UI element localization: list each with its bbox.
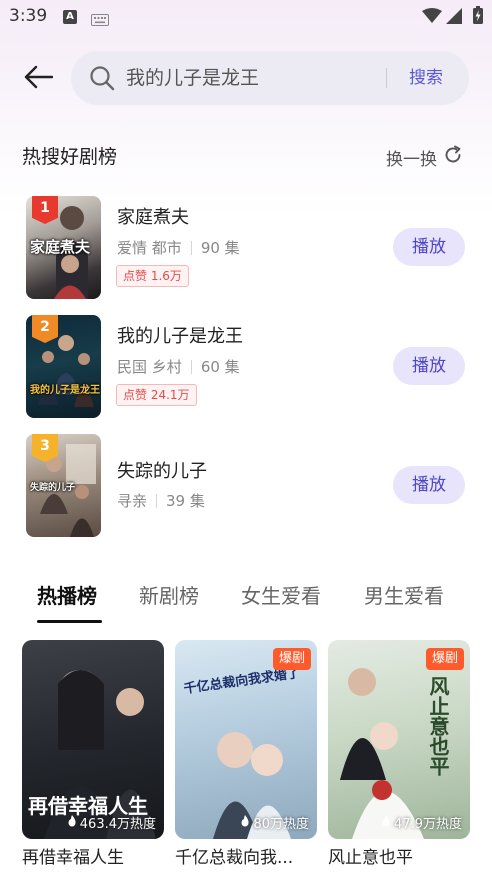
- heat-indicator: 80万热度: [240, 813, 309, 832]
- drama-meta: 寻亲 39 集: [117, 490, 205, 512]
- heat-value: 47.9万热度: [394, 817, 462, 832]
- ranking-item[interactable]: 2 我的儿子是龙王 我的儿子是龙王 民国 乡村 60 集 点赞 24.1万 播放: [26, 315, 466, 419]
- episode-count: 90 集: [200, 239, 240, 257]
- back-button[interactable]: [22, 64, 54, 94]
- hot-drama-tag: 爆剧: [425, 648, 464, 670]
- card-cover: 再借幸福人生 463.4万热度: [22, 640, 164, 839]
- cover-caption: 我的儿子是龙王: [30, 385, 100, 396]
- cover-caption: 失踪的儿子: [30, 483, 76, 493]
- refresh-label: 换一换: [386, 149, 437, 170]
- flame-icon: [67, 814, 77, 831]
- refresh-button[interactable]: 换一换: [386, 144, 463, 170]
- heat-value: 463.4万热度: [79, 817, 156, 832]
- search-icon: [89, 65, 115, 95]
- tab-female-favorite[interactable]: 女生爱看: [241, 581, 321, 611]
- meta-divider: [190, 360, 192, 374]
- drama-meta: 爱情 都市 90 集: [117, 237, 240, 259]
- drama-title: 失踪的儿子: [117, 461, 207, 482]
- episode-count: 39 集: [166, 492, 205, 510]
- flame-icon: [381, 814, 391, 831]
- ranking-tabs: 热播榜 新剧榜 女生爱看 男生爱看: [0, 581, 492, 629]
- status-time: 3:39: [9, 6, 48, 26]
- genre-tag: 寻亲: [117, 492, 148, 510]
- active-tab-indicator: [37, 620, 102, 623]
- keyboard-icon: [91, 11, 109, 30]
- back-arrow-icon: [23, 65, 54, 93]
- ranking-item[interactable]: 3 失踪的儿子 失踪的儿子 寻亲 39 集 播放: [26, 434, 466, 538]
- meta-divider: [190, 241, 192, 255]
- likes-badge: 点赞 24.1万: [116, 384, 197, 406]
- genre-tag: 乡村: [151, 358, 182, 376]
- drama-meta: 民国 乡村 60 集: [117, 356, 240, 378]
- genre-tag: 都市: [151, 239, 182, 257]
- signal-icon: [446, 8, 462, 28]
- refresh-icon: [443, 145, 463, 169]
- wifi-icon: [422, 8, 442, 28]
- status-bar: 3:39 A: [0, 0, 492, 34]
- search-input[interactable]: 我的儿子是龙王: [126, 65, 259, 91]
- ranking-item[interactable]: 1 家庭煮夫 家庭煮夫 爱情 都市 90 集 点赞 1.6万 播放: [26, 196, 466, 300]
- genre-tag: 爱情: [117, 239, 148, 257]
- card-title: 风止意也平: [328, 848, 413, 868]
- drama-cover: 3 失踪的儿子: [26, 434, 101, 537]
- drama-card[interactable]: 再借幸福人生 463.4万热度 再借幸福人生: [22, 640, 164, 876]
- card-cover: 风止意也平 爆剧 47.9万热度: [328, 640, 470, 839]
- meta-divider: [156, 494, 158, 508]
- drama-title: 我的儿子是龙王: [117, 326, 243, 347]
- heat-indicator: 463.4万热度: [67, 813, 156, 832]
- drama-cover: 1 家庭煮夫: [26, 196, 101, 299]
- play-button[interactable]: 播放: [393, 347, 465, 385]
- tab-hot-playing[interactable]: 热播榜: [37, 581, 97, 611]
- card-title: 再借幸福人生: [22, 848, 124, 868]
- genre-tag: 民国: [117, 358, 148, 376]
- tab-new-drama[interactable]: 新剧榜: [139, 581, 199, 611]
- tab-male-favorite[interactable]: 男生爱看: [364, 581, 444, 611]
- play-button[interactable]: 播放: [393, 228, 465, 266]
- play-button[interactable]: 播放: [393, 466, 465, 504]
- drama-title: 家庭煮夫: [117, 207, 189, 228]
- card-cover: 千亿总裁向我求婚了 爆剧 80万热度: [175, 640, 317, 839]
- cover-art-text: 风止意也平: [426, 676, 450, 776]
- hot-ranking-title: 热搜好剧榜: [22, 146, 118, 168]
- search-button[interactable]: 搜索: [409, 65, 443, 91]
- drama-card[interactable]: 千亿总裁向我求婚了 爆剧 80万热度 千亿总裁向我...: [175, 640, 317, 876]
- search-bar[interactable]: 我的儿子是龙王 搜索: [71, 51, 469, 105]
- drama-cover: 2 我的儿子是龙王: [26, 315, 101, 418]
- episode-count: 60 集: [200, 358, 240, 376]
- a-notification-icon: A: [63, 10, 77, 24]
- heat-indicator: 47.9万热度: [381, 813, 462, 832]
- likes-badge: 点赞 1.6万: [116, 265, 189, 287]
- hot-drama-tag: 爆剧: [272, 648, 311, 670]
- card-title: 千亿总裁向我...: [175, 848, 294, 868]
- search-divider: [386, 68, 387, 88]
- drama-card[interactable]: 风止意也平 爆剧 47.9万热度 风止意也平: [328, 640, 470, 876]
- heat-value: 80万热度: [253, 817, 309, 832]
- flame-icon: [240, 814, 250, 831]
- battery-charging-icon: [473, 6, 483, 28]
- cover-caption: 家庭煮夫: [30, 238, 91, 256]
